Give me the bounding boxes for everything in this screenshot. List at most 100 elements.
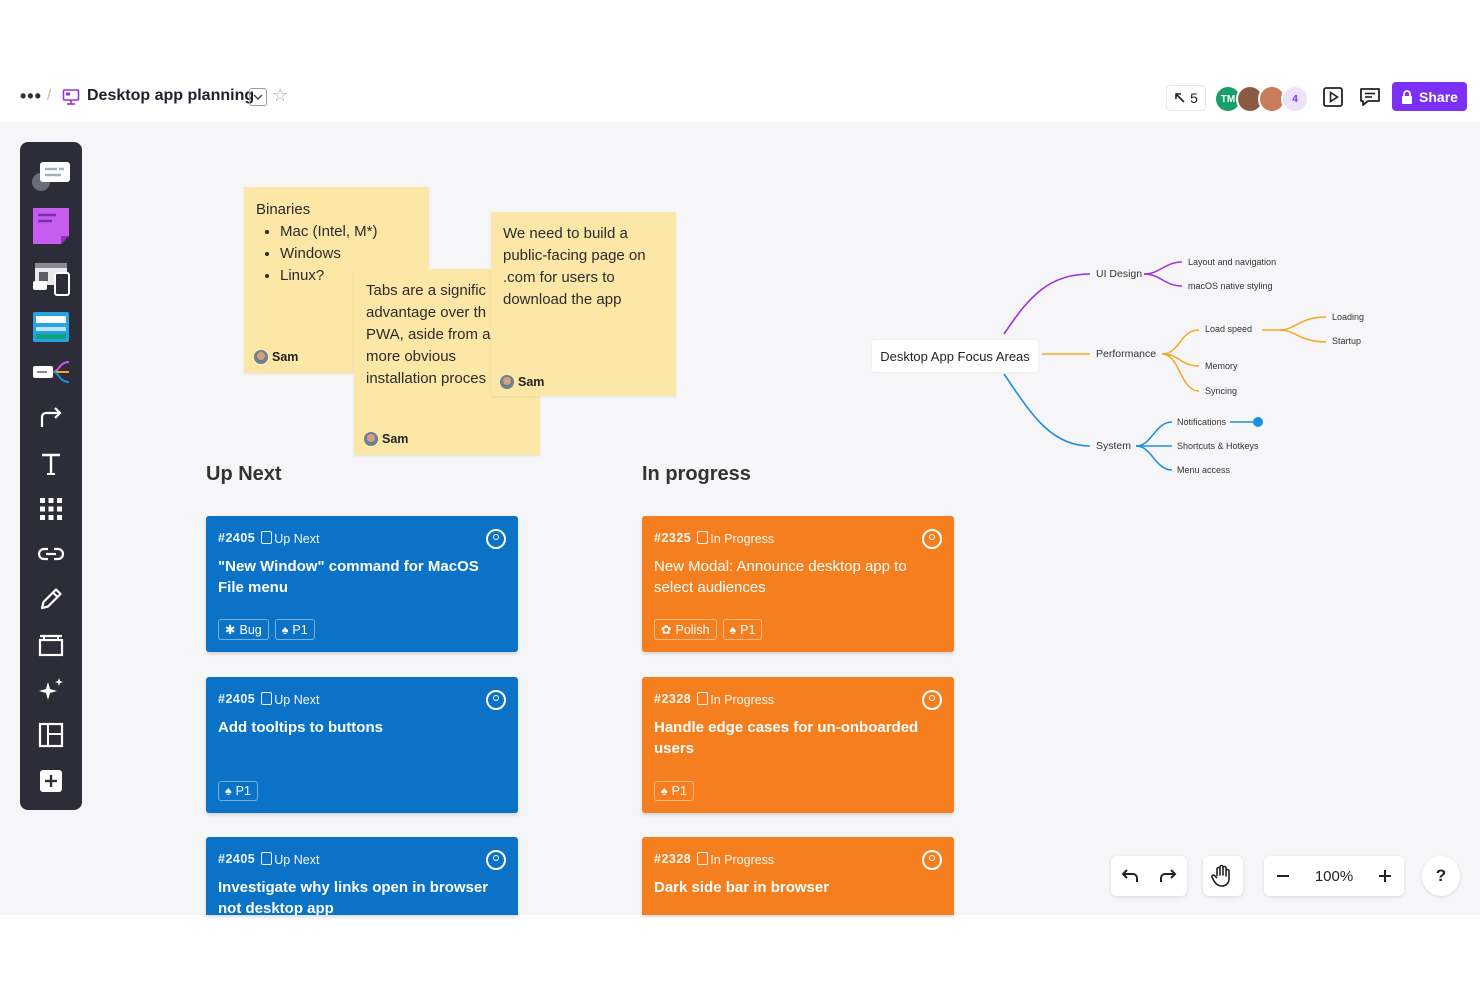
column-heading-up-next: Up Next: [206, 463, 282, 485]
mindmap-branch-line: [1135, 445, 1173, 471]
help-button[interactable]: ?: [1422, 856, 1460, 896]
zoom-in-button[interactable]: [1366, 856, 1404, 896]
mindmap-node[interactable]: Shortcuts & Hotkeys: [1177, 441, 1259, 451]
redo-button[interactable]: [1149, 856, 1187, 896]
mindmap-node[interactable]: Memory: [1205, 361, 1238, 371]
card-title: Handle edge cases for un-onboarded users: [654, 719, 919, 757]
undo-icon: [1121, 869, 1138, 882]
mindmap-root-label: Desktop App Focus Areas: [880, 348, 1030, 364]
status-label: Up Next: [261, 851, 319, 867]
tag-polish[interactable]: ✿ Polish: [654, 619, 717, 640]
status-text: In Progress: [710, 853, 775, 867]
status-label: In Progress: [697, 530, 774, 546]
status-icon: [697, 852, 709, 865]
issue-card[interactable]: #2325 In Progress New Modal: Announce des…: [642, 516, 954, 652]
status-text: Up Next: [274, 853, 320, 867]
column-heading-in-progress: In progress: [642, 463, 751, 485]
help-label: ?: [1435, 866, 1447, 885]
tag-bug[interactable]: ✱ Bug: [218, 619, 269, 640]
tag-label: P1: [235, 784, 251, 798]
flame-icon: ♠: [281, 622, 289, 637]
mindmap-node-ui-design[interactable]: UI Design: [1096, 268, 1142, 280]
mindmap-branch-line: [1143, 273, 1183, 287]
mindmap-branch-line: [1279, 329, 1327, 343]
card-meta: #2405 Up Next: [218, 530, 319, 546]
card-tags: ✱ Bug ♠ P1: [218, 619, 315, 640]
status-label: Up Next: [261, 691, 319, 707]
status-text: In Progress: [710, 693, 775, 707]
mindmap-node-performance[interactable]: Performance: [1096, 348, 1156, 360]
mindmap-node[interactable]: Syncing: [1205, 386, 1237, 396]
assignee-icon[interactable]: [486, 529, 506, 549]
tag-label: Polish: [675, 622, 710, 637]
status-label: Up Next: [261, 530, 319, 546]
palette-icon: ✿: [661, 623, 672, 637]
status-label: In Progress: [697, 851, 774, 867]
flame-icon: ♠: [225, 784, 232, 798]
notifications-badge-icon[interactable]: [1253, 417, 1263, 427]
mindmap-branch-line: [1003, 373, 1091, 447]
card-meta: #2328 In Progress: [654, 691, 774, 707]
status-text: Up Next: [274, 532, 320, 546]
status-text: Up Next: [274, 693, 320, 707]
mindmap-node[interactable]: Load speed: [1205, 324, 1252, 334]
hand-tool-button[interactable]: [1203, 856, 1241, 896]
card-title: Dark side bar in browser: [654, 879, 830, 896]
zoom-level[interactable]: 100%: [1302, 868, 1366, 885]
card-tags: ✿ Polish ♠ P1: [654, 619, 763, 640]
mindmap-branch-line: [1003, 273, 1091, 335]
mindmap-node[interactable]: Notifications: [1177, 417, 1226, 427]
assignee-icon[interactable]: [922, 690, 942, 710]
card-meta: #2325 In Progress: [654, 530, 774, 546]
mindmap-branch-line: [1161, 329, 1200, 355]
issue-number: #2325: [654, 531, 692, 545]
mindmap-node[interactable]: Menu access: [1177, 465, 1230, 475]
mindmap-node[interactable]: Startup: [1332, 336, 1361, 346]
issue-card[interactable]: #2405 Up Next "New Window" command for Ma…: [206, 516, 518, 652]
mindmap-node[interactable]: Layout and navigation: [1188, 257, 1276, 267]
issue-card[interactable]: #2405 Up Next Investigate why links open …: [206, 837, 518, 915]
issue-card[interactable]: #2328 In Progress Handle edge cases for u…: [642, 677, 954, 813]
tag-label: Bug: [239, 622, 262, 637]
mindmap-branch-line: [1279, 316, 1327, 331]
flame-icon: ♠: [729, 622, 737, 637]
mindmap-node[interactable]: Loading: [1332, 312, 1364, 322]
card-title: Add tooltips to buttons: [218, 719, 383, 736]
card-meta: #2328 In Progress: [654, 851, 774, 867]
zoom-controls: 100%: [1264, 856, 1404, 896]
issue-card[interactable]: #2328 In Progress Dark side bar in browse…: [642, 837, 954, 915]
minus-icon: [1277, 875, 1289, 877]
assignee-icon[interactable]: [486, 690, 506, 710]
mindmap-node-system[interactable]: System: [1096, 440, 1131, 452]
mindmap-root-node[interactable]: Desktop App Focus Areas: [872, 340, 1038, 372]
status-label: In Progress: [697, 691, 774, 707]
assignee-icon[interactable]: [486, 850, 506, 870]
issue-card[interactable]: #2405 Up Next Add tooltips to buttons ♠ P1: [206, 677, 518, 813]
issue-number: #2328: [654, 692, 692, 706]
tag-priority[interactable]: ♠ P1: [274, 619, 315, 640]
card-tags: ♠ P1: [654, 781, 694, 801]
card-title: Investigate why links open in browser no…: [218, 879, 489, 915]
tag-priority[interactable]: ♠ P1: [722, 619, 763, 640]
card-meta: #2405 Up Next: [218, 851, 319, 867]
mindmap-node[interactable]: macOS native styling: [1188, 281, 1273, 291]
hand-tool-group: [1203, 856, 1243, 896]
assignee-icon[interactable]: [922, 529, 942, 549]
undo-button[interactable]: [1111, 856, 1149, 896]
zoom-out-button[interactable]: [1264, 856, 1302, 896]
undo-redo-group: [1111, 856, 1187, 896]
card-title: "New Window" command for MacOS File menu: [218, 558, 479, 596]
tag-priority[interactable]: ♠ P1: [654, 781, 694, 801]
bug-icon: ✱: [225, 623, 236, 637]
plus-icon: [1379, 870, 1391, 882]
tag-label: P1: [671, 784, 687, 798]
card-meta: #2405 Up Next: [218, 691, 319, 707]
flame-icon: ♠: [661, 784, 668, 798]
issue-number: #2405: [218, 531, 256, 545]
tag-label: P1: [292, 622, 308, 637]
hand-icon: [1211, 864, 1230, 887]
tag-priority[interactable]: ♠ P1: [218, 781, 258, 801]
issue-number: #2405: [218, 852, 256, 866]
issue-number: #2328: [654, 852, 692, 866]
assignee-icon[interactable]: [922, 850, 942, 870]
